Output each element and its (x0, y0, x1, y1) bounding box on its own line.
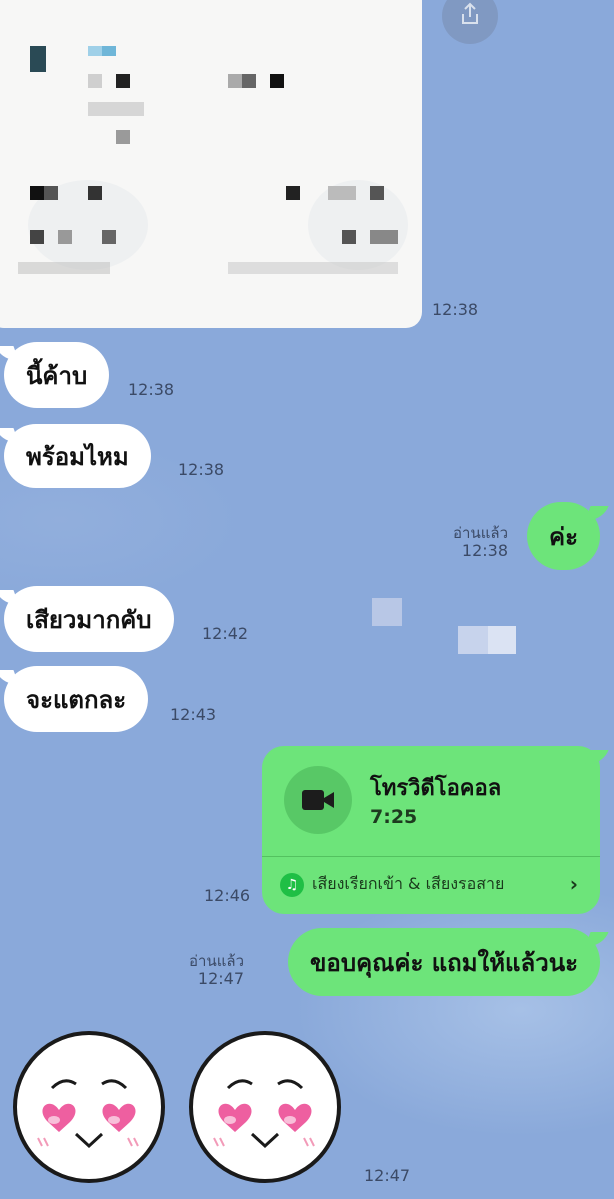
pixel-block (102, 230, 116, 244)
incoming-message-bubble[interactable]: นี้ค้าบ (4, 342, 110, 408)
message-time: 12:46 (204, 886, 251, 905)
pixel-block (370, 186, 384, 200)
share-icon (462, 2, 478, 24)
image-message[interactable] (0, 0, 422, 328)
message-time: 12:42 (202, 624, 249, 643)
video-call-card[interactable]: โทรวิดีโอคอล 7:25 ♫ เสียงเรียกเข้า & เสี… (262, 746, 600, 914)
blur-artifact (458, 626, 488, 654)
pixel-block (18, 262, 110, 274)
message-time: 12:47 (197, 969, 244, 988)
heart-eyes-face-icon[interactable] (12, 1030, 166, 1184)
pixel-block (30, 46, 46, 72)
incoming-message-bubble[interactable]: พร้อมไหม (4, 424, 151, 488)
outgoing-message-bubble[interactable]: ขอบคุณค่ะ แถมให้แล้วนะ (288, 928, 600, 996)
chevron-right-icon[interactable]: › (570, 872, 578, 896)
ringtone-link[interactable]: ♫ เสียงเรียกเข้า & เสียงรอสาย (280, 872, 504, 897)
heart-eyes-face-icon[interactable] (188, 1030, 342, 1184)
pixel-block (370, 230, 398, 244)
pixel-block (116, 74, 130, 88)
message-time: 12:38 (128, 380, 175, 399)
blur-artifact (372, 598, 402, 626)
pixel-block (270, 74, 284, 88)
pixel-block (88, 186, 102, 200)
pixel-block (328, 186, 356, 200)
pixel-block (30, 186, 44, 200)
pixel-block (242, 74, 256, 88)
message-time: 12:43 (170, 705, 217, 724)
ringtone-label: เสียงเรียกเข้า & เสียงรอสาย (312, 874, 505, 893)
music-note-icon: ♫ (280, 872, 304, 897)
pixel-block (88, 74, 102, 88)
pixel-block (228, 262, 398, 274)
pixel-block (228, 74, 242, 88)
pixel-block (58, 230, 72, 244)
message-time: 12:47 (364, 1166, 411, 1185)
pixel-block (30, 230, 44, 244)
pixel-block (102, 46, 116, 56)
image-blur-shape (308, 180, 408, 270)
incoming-message-bubble[interactable]: จะแตกละ (4, 666, 149, 732)
blur-artifact (488, 626, 516, 654)
message-time: 12:38 (461, 541, 508, 560)
divider (262, 856, 600, 857)
incoming-message-bubble[interactable]: เสียวมากคับ (4, 586, 174, 652)
message-time: 12:38 (178, 460, 225, 479)
pixel-block (88, 46, 102, 56)
pixel-block (342, 230, 356, 244)
video-call-button[interactable] (284, 766, 352, 834)
pixel-block (286, 186, 300, 200)
message-time: 12:38 (432, 300, 479, 319)
outgoing-message-bubble[interactable]: ค่ะ (527, 502, 600, 570)
pixel-block (88, 102, 144, 116)
call-title: โทรวิดีโอคอล (370, 776, 502, 801)
pixel-block (116, 130, 130, 144)
call-duration: 7:25 (370, 806, 418, 828)
pixel-block (44, 186, 58, 200)
video-camera-icon (302, 790, 334, 810)
